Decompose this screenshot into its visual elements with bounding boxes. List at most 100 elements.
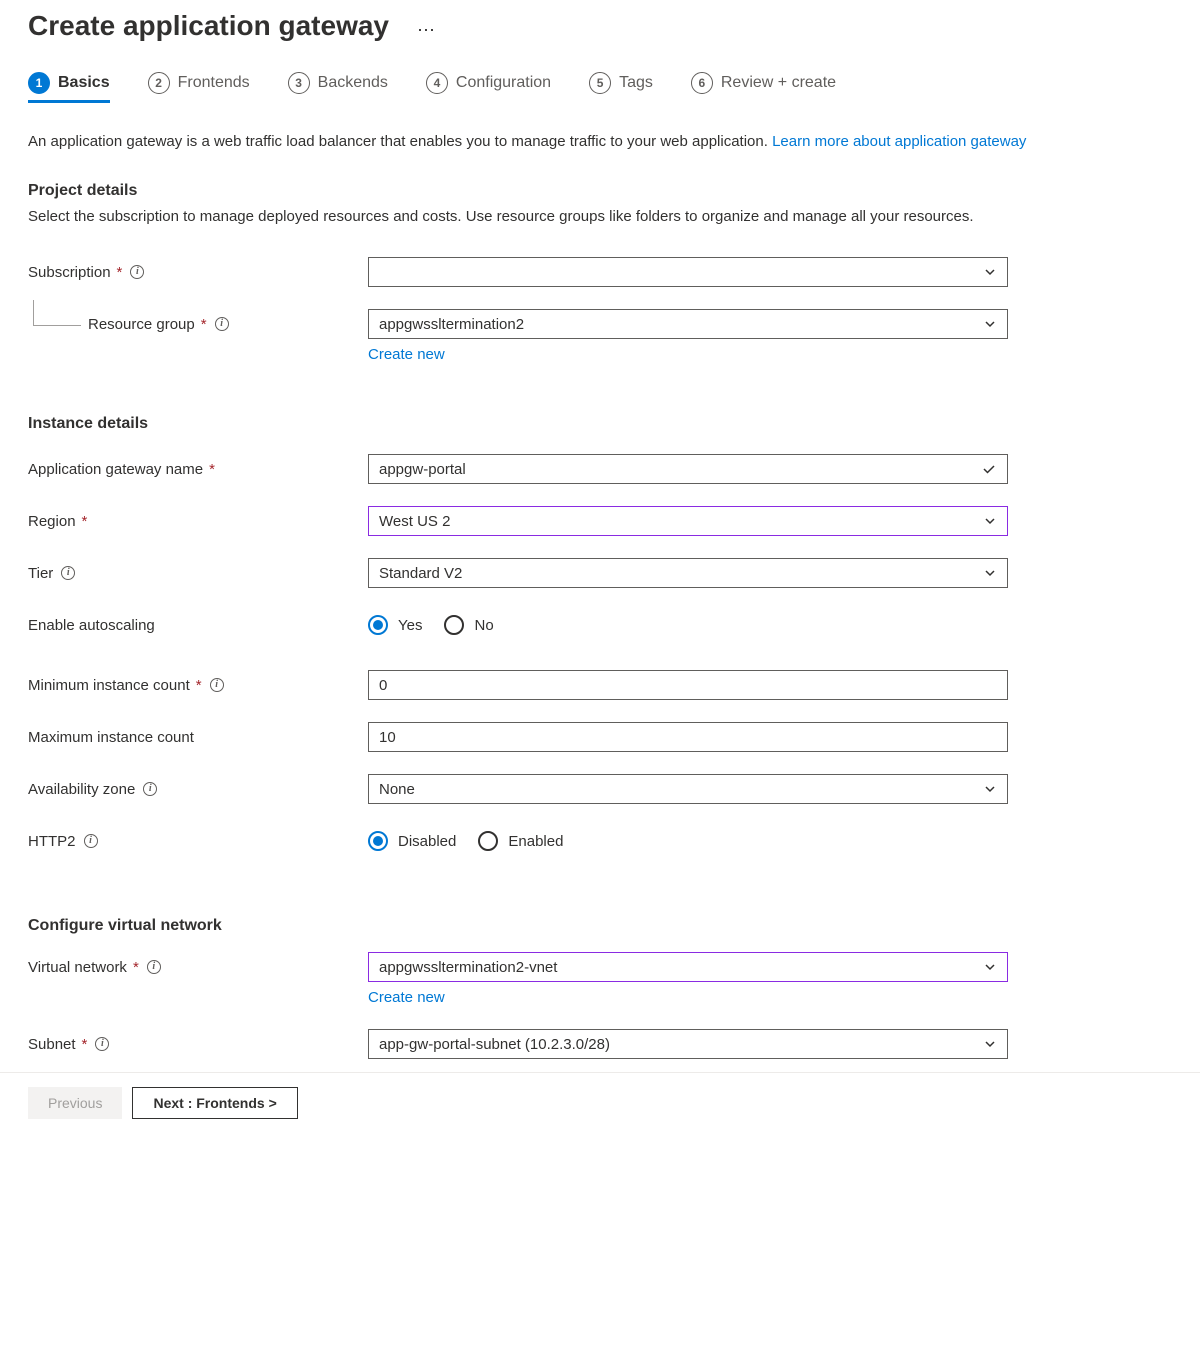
resource-group-label: Resource group * — [28, 316, 368, 333]
http2-enabled-radio[interactable]: Enabled — [478, 831, 563, 851]
tier-value: Standard V2 — [379, 565, 462, 582]
vnet-select[interactable]: appgwssltermination2-vnet — [368, 952, 1008, 982]
tier-label: Tier — [28, 565, 368, 582]
tab-review-create[interactable]: 6 Review + create — [691, 72, 836, 103]
learn-more-link[interactable]: Learn more about application gateway — [772, 133, 1026, 150]
tab-configuration[interactable]: 4 Configuration — [426, 72, 551, 103]
info-icon[interactable] — [210, 678, 224, 692]
app-gw-name-input[interactable] — [368, 454, 1008, 484]
tab-label: Configuration — [456, 74, 551, 92]
chevron-down-icon — [983, 1037, 997, 1051]
min-count-input[interactable] — [368, 670, 1008, 700]
chevron-down-icon — [983, 566, 997, 580]
chevron-down-icon — [983, 317, 997, 331]
subnet-select[interactable]: app-gw-portal-subnet (10.2.3.0/28) — [368, 1029, 1008, 1059]
vnet-heading: Configure virtual network — [28, 917, 1172, 935]
max-count-label: Maximum instance count — [28, 729, 368, 746]
tab-label: Review + create — [721, 74, 836, 92]
create-new-vnet-link[interactable]: Create new — [368, 989, 445, 1006]
http2-label: HTTP2 — [28, 833, 368, 850]
required-icon: * — [133, 959, 139, 976]
az-select[interactable]: None — [368, 774, 1008, 804]
resource-group-select[interactable]: appgwssltermination2 — [368, 309, 1008, 339]
chevron-down-icon — [983, 265, 997, 279]
tab-frontends[interactable]: 2 Frontends — [148, 72, 250, 103]
page-title: Create application gateway — [28, 10, 389, 42]
wizard-footer: Previous Next : Frontends > — [0, 1072, 1200, 1137]
app-gw-name-label: Application gateway name * — [28, 461, 368, 478]
min-count-label: Minimum instance count * — [28, 677, 368, 694]
subscription-select[interactable] — [368, 257, 1008, 287]
app-gw-name-field[interactable] — [379, 461, 981, 478]
tab-step-badge: 5 — [589, 72, 611, 94]
tab-step-badge: 1 — [28, 72, 50, 94]
required-icon: * — [196, 677, 202, 694]
min-count-field[interactable] — [379, 677, 997, 694]
tab-basics[interactable]: 1 Basics — [28, 72, 110, 103]
tab-label: Tags — [619, 74, 653, 92]
required-icon: * — [117, 264, 123, 281]
subscription-label: Subscription * — [28, 264, 368, 281]
tier-select[interactable]: Standard V2 — [368, 558, 1008, 588]
radio-icon — [368, 615, 388, 635]
tab-label: Basics — [58, 74, 110, 92]
wizard-tabs: 1 Basics 2 Frontends 3 Backends 4 Config… — [28, 72, 1172, 103]
radio-icon — [368, 831, 388, 851]
intro-body: An application gateway is a web traffic … — [28, 133, 772, 150]
tab-step-badge: 6 — [691, 72, 713, 94]
region-label: Region * — [28, 513, 368, 530]
info-icon[interactable] — [84, 834, 98, 848]
tab-label: Backends — [318, 74, 388, 92]
radio-icon — [444, 615, 464, 635]
info-icon[interactable] — [95, 1037, 109, 1051]
tab-step-badge: 4 — [426, 72, 448, 94]
tab-step-badge: 2 — [148, 72, 170, 94]
next-button[interactable]: Next : Frontends > — [132, 1087, 297, 1119]
vnet-label: Virtual network * — [28, 959, 368, 976]
info-icon[interactable] — [215, 317, 229, 331]
subnet-value: app-gw-portal-subnet (10.2.3.0/28) — [379, 1036, 610, 1053]
chevron-down-icon — [983, 514, 997, 528]
required-icon: * — [82, 513, 88, 530]
http2-disabled-radio[interactable]: Disabled — [368, 831, 456, 851]
tab-backends[interactable]: 3 Backends — [288, 72, 388, 103]
tree-elbow-icon — [33, 300, 81, 326]
tab-label: Frontends — [178, 74, 250, 92]
autoscaling-label: Enable autoscaling — [28, 617, 368, 634]
project-details-heading: Project details — [28, 182, 1172, 200]
radio-label: No — [474, 617, 493, 634]
info-icon[interactable] — [61, 566, 75, 580]
info-icon[interactable] — [143, 782, 157, 796]
required-icon: * — [209, 461, 215, 478]
az-label: Availability zone — [28, 781, 368, 798]
chevron-down-icon — [983, 960, 997, 974]
radio-label: Yes — [398, 617, 422, 634]
radio-label: Disabled — [398, 833, 456, 850]
check-icon — [981, 461, 997, 477]
instance-details-heading: Instance details — [28, 415, 1172, 433]
max-count-input[interactable] — [368, 722, 1008, 752]
subnet-label: Subnet * — [28, 1036, 368, 1053]
resource-group-value: appgwssltermination2 — [379, 316, 524, 333]
chevron-down-icon — [983, 782, 997, 796]
required-icon: * — [201, 316, 207, 333]
max-count-field[interactable] — [379, 729, 997, 746]
info-icon[interactable] — [147, 960, 161, 974]
previous-button[interactable]: Previous — [28, 1087, 122, 1119]
info-icon[interactable] — [130, 265, 144, 279]
more-icon[interactable]: ⋯ — [417, 20, 436, 41]
required-icon: * — [82, 1036, 88, 1053]
create-new-rg-link[interactable]: Create new — [368, 346, 445, 363]
autoscaling-yes-radio[interactable]: Yes — [368, 615, 422, 635]
radio-icon — [478, 831, 498, 851]
tab-tags[interactable]: 5 Tags — [589, 72, 653, 103]
region-select[interactable]: West US 2 — [368, 506, 1008, 536]
autoscaling-no-radio[interactable]: No — [444, 615, 493, 635]
vnet-value: appgwssltermination2-vnet — [379, 959, 557, 976]
radio-label: Enabled — [508, 833, 563, 850]
project-details-desc: Select the subscription to manage deploy… — [28, 206, 1172, 229]
region-value: West US 2 — [379, 513, 450, 530]
intro-text: An application gateway is a web traffic … — [28, 131, 1172, 154]
tab-step-badge: 3 — [288, 72, 310, 94]
az-value: None — [379, 781, 415, 798]
